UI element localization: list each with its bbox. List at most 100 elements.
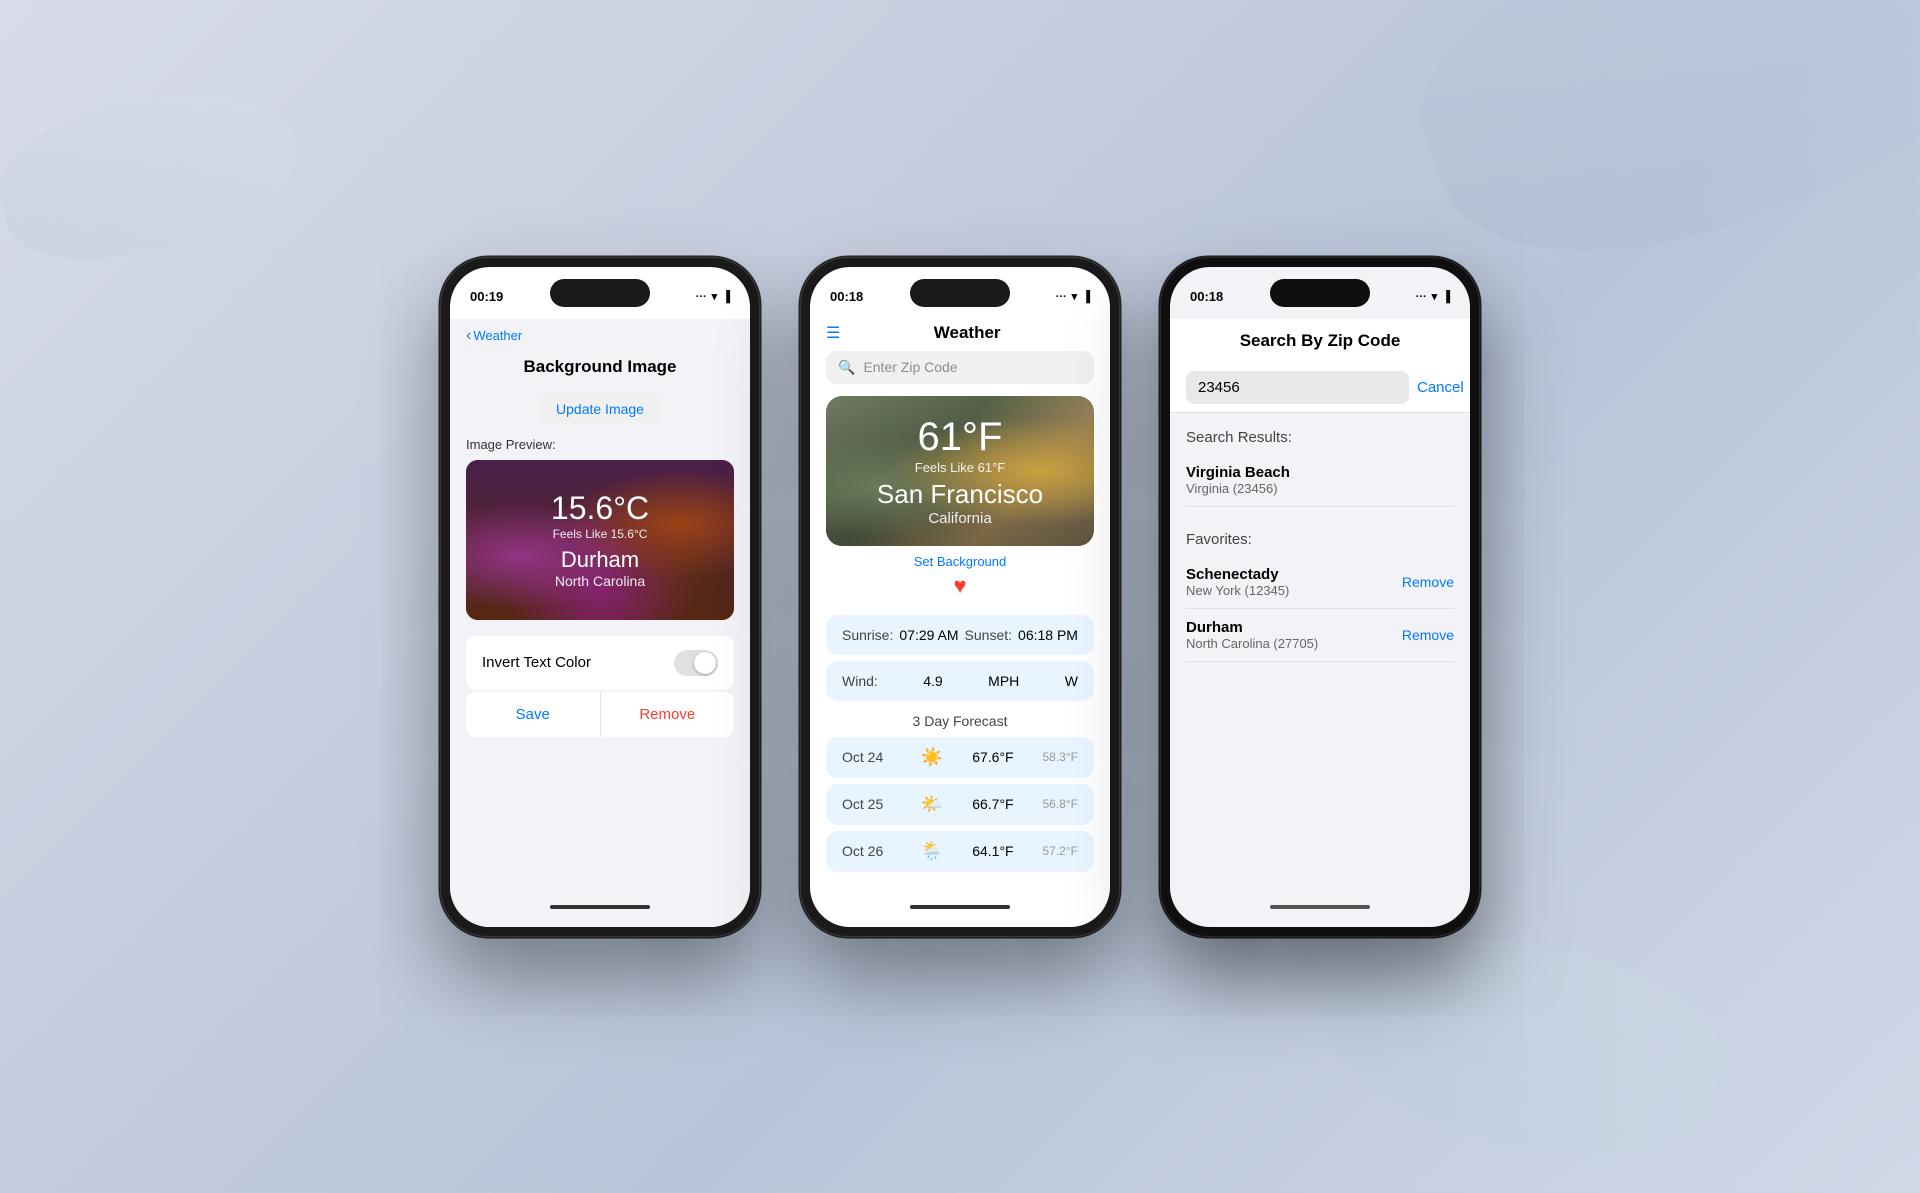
- phone3-screen: 00:18 ··· ▾ ▐ Search By Zip Code Cancel …: [1170, 267, 1470, 927]
- forecast-date-3: Oct 26: [842, 843, 892, 859]
- phone2-screen: 00:18 ··· ▾ ▐ ☰ Weather 🔍 Enter Zip Code: [810, 267, 1110, 927]
- forecast-date-1: Oct 24: [842, 749, 892, 765]
- phones-container: 00:19 ··· ▾ ▐ ‹ Weather Background: [440, 257, 1480, 937]
- battery-icon-3: ▐: [1442, 291, 1450, 303]
- forecast-low-1: 58.3°F: [1043, 750, 1078, 764]
- sunrise-value: 07:29 AM: [899, 627, 958, 643]
- dynamic-island-2: [910, 279, 1010, 307]
- preview-feels: Feels Like 15.6°C: [553, 527, 648, 541]
- sunrise-sunset-card: Sunrise: 07:29 AM Sunset: 06:18 PM: [826, 615, 1094, 655]
- cancel-button[interactable]: Cancel: [1417, 379, 1464, 396]
- hero-temp: 61°F: [918, 415, 1003, 460]
- weather-search-bar[interactable]: 🔍 Enter Zip Code: [826, 351, 1094, 384]
- forecast-row-2: Oct 25 🌤️ 66.7°F 56.8°F: [826, 784, 1094, 825]
- battery-icon-2: ▐: [1082, 291, 1090, 303]
- weather-hero: 61°F Feels Like 61°F San Francisco Calif…: [826, 396, 1094, 546]
- search-page-title: Search By Zip Code: [1170, 319, 1470, 363]
- menu-icon-2[interactable]: ☰: [826, 323, 840, 343]
- wind-label: Wind:: [842, 673, 878, 689]
- search-result-item[interactable]: Virginia Beach Virginia (23456): [1186, 454, 1454, 507]
- wifi-icon-3: ▾: [1432, 290, 1438, 303]
- wind-dir: W: [1065, 673, 1078, 689]
- forecast-title: 3 Day Forecast: [826, 713, 1094, 729]
- page-title-1: Background Image: [466, 357, 734, 377]
- status-icons-3: ··· ▾ ▐: [1416, 290, 1450, 303]
- dynamic-island-1: [550, 279, 650, 307]
- back-nav: ‹ Weather: [450, 319, 750, 353]
- status-icons-2: ··· ▾ ▐: [1056, 290, 1090, 303]
- fav-info-2: Durham North Carolina (27705): [1186, 619, 1318, 651]
- fav-city-2: Durham: [1186, 619, 1318, 636]
- search-placeholder-2: Enter Zip Code: [863, 359, 957, 375]
- result-state: Virginia (23456): [1186, 481, 1454, 496]
- forecast-row-1: Oct 24 ☀️ 67.6°F 58.3°F: [826, 737, 1094, 778]
- wifi-icon-1: ▾: [712, 290, 718, 303]
- forecast-low-3: 57.2°F: [1043, 844, 1078, 858]
- battery-icon-1: ▐: [722, 291, 730, 303]
- forecast-icon-3: 🌦️: [921, 841, 943, 862]
- hero-feels: Feels Like 61°F: [915, 460, 1005, 475]
- forecast-icon-2: 🌤️: [921, 794, 943, 815]
- zip-search-bar: Cancel: [1170, 363, 1470, 413]
- image-preview-label: Image Preview:: [466, 425, 734, 460]
- home-indicator-2: [910, 905, 1010, 909]
- forecast-row-3: Oct 26 🌦️ 64.1°F 57.2°F: [826, 831, 1094, 872]
- forecast-section: 3 Day Forecast Oct 24 ☀️ 67.6°F 58.3°F O…: [826, 713, 1094, 872]
- result-city: Virginia Beach: [1186, 464, 1454, 481]
- forecast-icon-1: ☀️: [921, 747, 943, 768]
- favorites-section: Favorites: Schenectady New York (12345) …: [1170, 515, 1470, 670]
- phone-search: 00:18 ··· ▾ ▐ Search By Zip Code Cancel …: [1160, 257, 1480, 937]
- fav-city-1: Schenectady: [1186, 566, 1289, 583]
- remove-fav-1[interactable]: Remove: [1402, 574, 1454, 590]
- favorite-item-1: Schenectady New York (12345) Remove: [1186, 556, 1454, 609]
- update-image-button[interactable]: Update Image: [540, 393, 660, 425]
- nav-title-bar-1: Background Image: [450, 353, 750, 385]
- remove-button[interactable]: Remove: [601, 692, 735, 737]
- preview-city: Durham: [561, 547, 639, 573]
- phone-background-image: 00:19 ··· ▾ ▐ ‹ Weather Background: [440, 257, 760, 937]
- set-background-link[interactable]: Set Background: [810, 546, 1110, 573]
- forecast-high-1: 67.6°F: [972, 749, 1013, 765]
- hero-city: San Francisco: [877, 479, 1043, 510]
- phone1-content: ‹ Weather Background Image Update Image …: [450, 319, 750, 927]
- fav-state-1: New York (12345): [1186, 583, 1289, 598]
- status-time-2: 00:18: [830, 289, 863, 304]
- back-chevron-icon: ‹: [466, 327, 471, 345]
- search-results-section: Search Results: Virginia Beach Virginia …: [1170, 413, 1470, 515]
- signal-icon-1: ···: [696, 291, 707, 303]
- forecast-high-3: 64.1°F: [972, 843, 1013, 859]
- hero-state: California: [928, 510, 991, 527]
- fav-state-2: North Carolina (27705): [1186, 636, 1318, 651]
- heart-icon[interactable]: ♥: [810, 573, 1110, 607]
- weather-info-cards: Sunrise: 07:29 AM Sunset: 06:18 PM Wind:…: [826, 615, 1094, 701]
- signal-icon-2: ···: [1056, 291, 1067, 303]
- preview-overlay: 15.6°C Feels Like 15.6°C Durham North Ca…: [466, 460, 734, 620]
- phone-weather-main: 00:18 ··· ▾ ▐ ☰ Weather 🔍 Enter Zip Code: [800, 257, 1120, 937]
- invert-label: Invert Text Color: [482, 654, 591, 671]
- status-time-1: 00:19: [470, 289, 503, 304]
- search-icon-2: 🔍: [838, 359, 855, 376]
- invert-text-color-row: Invert Text Color: [466, 636, 734, 690]
- status-time-3: 00:18: [1190, 289, 1223, 304]
- search-results-label: Search Results:: [1186, 429, 1454, 446]
- wifi-icon-2: ▾: [1072, 290, 1078, 303]
- hero-overlay: 61°F Feels Like 61°F San Francisco Calif…: [826, 396, 1094, 546]
- remove-fav-2[interactable]: Remove: [1402, 627, 1454, 643]
- back-button[interactable]: ‹ Weather: [466, 327, 522, 345]
- home-indicator-3: [1270, 905, 1370, 909]
- favorites-label: Favorites:: [1186, 531, 1454, 548]
- signal-icon-3: ···: [1416, 291, 1427, 303]
- back-label: Weather: [473, 328, 522, 343]
- invert-toggle[interactable]: [674, 650, 718, 676]
- save-button[interactable]: Save: [466, 692, 600, 737]
- forecast-low-2: 56.8°F: [1043, 797, 1078, 811]
- wind-unit: MPH: [988, 673, 1019, 689]
- status-icons-1: ··· ▾ ▐: [696, 290, 730, 303]
- dynamic-island-3: [1270, 279, 1370, 307]
- sunrise-label: Sunrise:: [842, 627, 893, 643]
- phone1-screen: 00:19 ··· ▾ ▐ ‹ Weather Background: [450, 267, 750, 927]
- sunset-value: 06:18 PM: [1018, 627, 1078, 643]
- preview-state: North Carolina: [555, 573, 645, 589]
- zip-input[interactable]: [1186, 371, 1409, 404]
- image-preview-box: 15.6°C Feels Like 15.6°C Durham North Ca…: [466, 460, 734, 620]
